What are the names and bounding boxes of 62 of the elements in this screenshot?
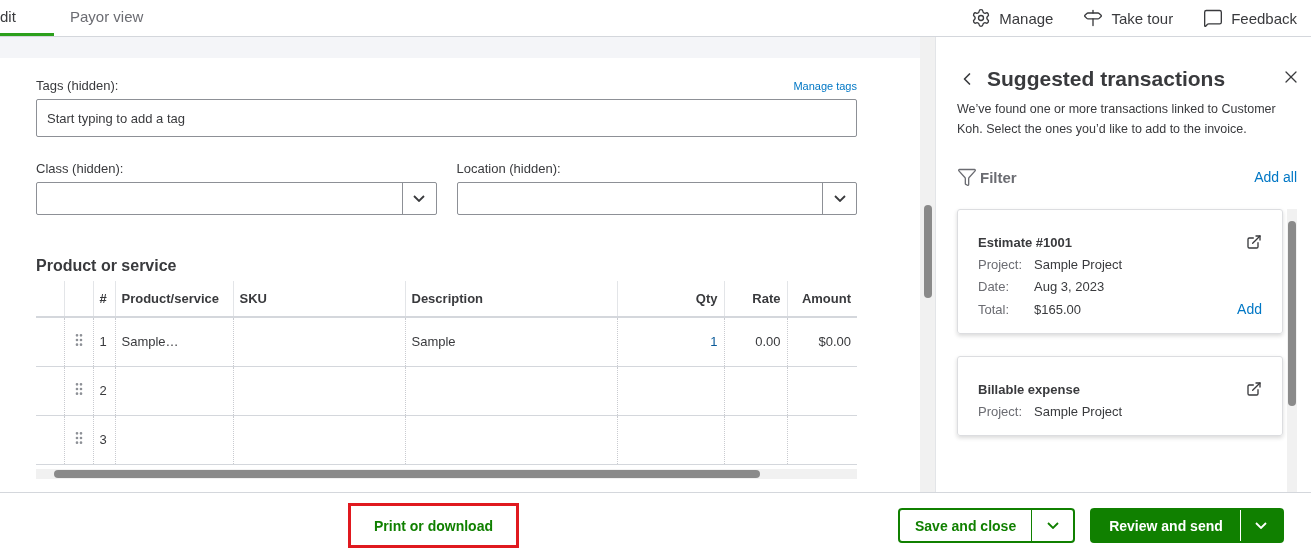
table-cell <box>724 415 787 464</box>
tags-input-field[interactable]: Start typing to add a tag <box>36 99 857 137</box>
field-value: $165.00 <box>1034 301 1082 317</box>
column-header: Qty <box>617 281 724 317</box>
column-header: SKU <box>233 281 405 317</box>
field-label: Location (hidden): <box>456 161 562 176</box>
add-link[interactable]: Add <box>1237 301 1262 317</box>
external-link-icon[interactable] <box>1246 381 1262 397</box>
toolbar-button[interactable]: Feedback <box>1203 0 1297 36</box>
dropdown-field[interactable] <box>456 182 857 215</box>
field-label: Class (hidden): <box>36 161 125 176</box>
chevron-down-icon <box>1046 522 1059 529</box>
column-header: Product/service <box>115 281 233 317</box>
panel-title: Suggested transactions <box>987 67 1226 91</box>
signpost-icon <box>1083 8 1104 28</box>
table-cell: 1 <box>93 317 115 366</box>
table-cell <box>787 366 857 415</box>
field-label: Tags (hidden): <box>36 78 119 93</box>
review-and-send-button[interactable]: Review and send <box>1092 510 1240 541</box>
add-all-link[interactable]: Add all <box>1254 169 1297 185</box>
gear-icon <box>971 8 992 28</box>
horizontal-scrollbar[interactable] <box>36 468 857 479</box>
field-value: Sample Project <box>1034 257 1124 272</box>
vertical-scrollbar[interactable] <box>1287 209 1297 492</box>
filter-icon <box>957 167 977 187</box>
external-link-icon[interactable] <box>1246 234 1262 250</box>
column-header: Description <box>405 281 617 317</box>
dropdown-field[interactable] <box>36 182 437 215</box>
chevron-down-icon <box>1255 522 1268 529</box>
message-icon <box>1203 8 1224 28</box>
table-cell: Sample <box>405 317 617 366</box>
column-header: Amount <box>787 281 857 317</box>
field-label: Project: <box>978 404 1024 419</box>
toolbar-button[interactable]: Manage <box>971 0 1054 36</box>
vertical-scrollbar[interactable] <box>920 37 935 492</box>
section-heading: Product or service <box>36 257 178 275</box>
field-label: Project: <box>978 257 1024 272</box>
table-cell: $0.00 <box>787 317 857 366</box>
card-title: Estimate #1001 <box>978 234 1072 250</box>
table-cell <box>787 415 857 464</box>
card-title: Billable expense <box>978 381 1080 397</box>
field-label: Total: <box>978 301 1011 317</box>
tab[interactable]: Payor view <box>54 0 160 36</box>
table-cell: 1 <box>617 317 724 366</box>
field-label: Date: <box>978 279 1011 294</box>
print-or-download-button[interactable]: Print or download <box>348 503 519 548</box>
chevron-down-icon <box>833 195 846 202</box>
filter-button[interactable]: Filter <box>957 167 1017 187</box>
column-header: # <box>93 281 115 317</box>
manage-tags-link[interactable]: Manage tags <box>793 79 857 92</box>
table-cell: 0.00 <box>724 317 787 366</box>
field-value: Sample Project <box>1034 404 1124 419</box>
save-and-close-button[interactable]: Save and close <box>900 510 1032 541</box>
table-cell: Sample… <box>115 317 233 366</box>
table-cell <box>724 366 787 415</box>
toolbar-button[interactable]: Take tour <box>1083 0 1174 36</box>
table-cell: 2 <box>93 366 115 415</box>
panel-description: We’ve found one or more transactions linked to Customer Koh. Select the ones you’d like to add to the invoice. <box>957 101 1277 138</box>
chevron-down-icon <box>413 195 425 202</box>
table-cell: 3 <box>93 415 115 464</box>
field-value: Aug 3, 2023 <box>1034 279 1106 294</box>
column-header: Rate <box>724 281 787 317</box>
